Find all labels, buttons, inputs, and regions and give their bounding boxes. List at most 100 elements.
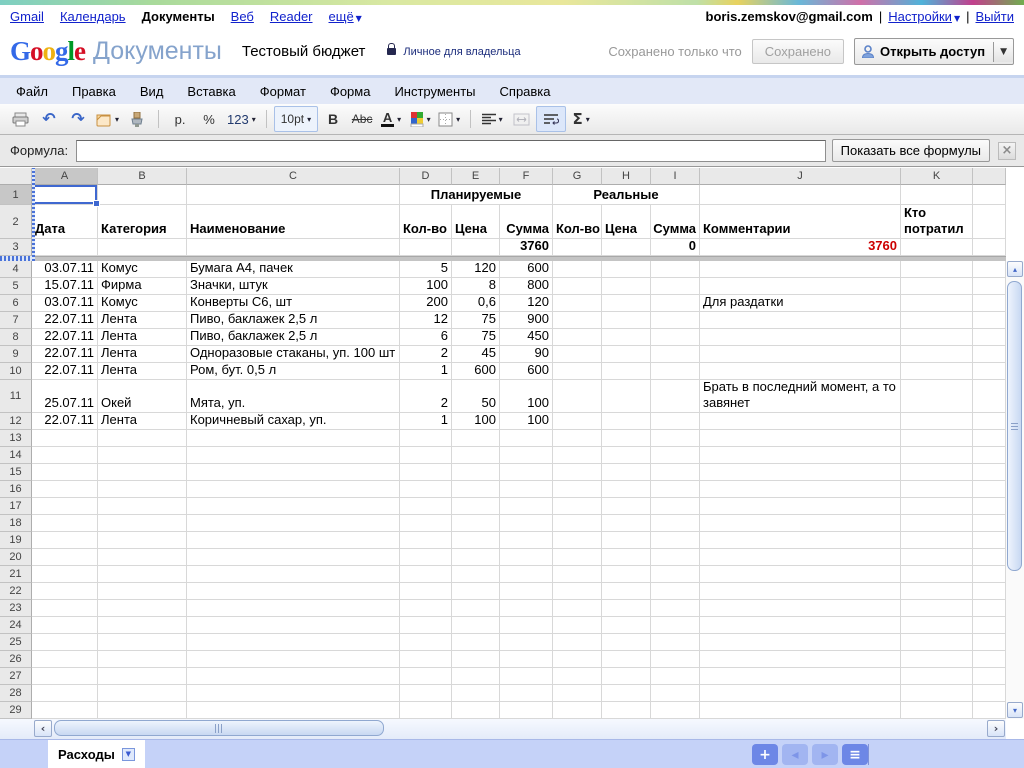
cell-A19[interactable] (32, 532, 98, 549)
frozen-pane-handle[interactable] (32, 168, 35, 261)
cell-I16[interactable] (651, 481, 700, 498)
cell-B14[interactable] (98, 447, 187, 464)
cell-extra14[interactable] (973, 447, 1006, 464)
row-header-3[interactable]: 3 (0, 239, 32, 256)
cell-D2[interactable]: Кол-во (400, 205, 452, 239)
cell-J20[interactable] (700, 549, 901, 566)
cell-K9[interactable] (901, 346, 973, 363)
row-header-9[interactable]: 9 (0, 346, 32, 363)
row-header-25[interactable]: 25 (0, 634, 32, 651)
cell-B2[interactable]: Категория (98, 205, 187, 239)
cell-extra6[interactable] (973, 295, 1006, 312)
cell-I10[interactable] (651, 363, 700, 380)
cell-extra16[interactable] (973, 481, 1006, 498)
menu-edit[interactable]: Правка (60, 80, 128, 103)
cell-E18[interactable] (452, 515, 500, 532)
cell-E27[interactable] (452, 668, 500, 685)
cell-H14[interactable] (602, 447, 651, 464)
cell-J7[interactable] (700, 312, 901, 329)
cell-K6[interactable] (901, 295, 973, 312)
cell-I27[interactable] (651, 668, 700, 685)
cell-D10[interactable]: 1 (400, 363, 452, 380)
borders-button[interactable]: ▾ (435, 107, 463, 131)
cell-G20[interactable] (553, 549, 602, 566)
cell-B10[interactable]: Лента (98, 363, 187, 380)
cell-H10[interactable] (602, 363, 651, 380)
cell-B27[interactable] (98, 668, 187, 685)
cell-K16[interactable] (901, 481, 973, 498)
cell-B9[interactable]: Лента (98, 346, 187, 363)
strikethrough-button[interactable]: Abc (348, 107, 376, 131)
cell-A8[interactable]: 22.07.11 (32, 329, 98, 346)
cell-H17[interactable] (602, 498, 651, 515)
cell-J6[interactable]: Для раздатки (700, 295, 901, 312)
cell-E15[interactable] (452, 464, 500, 481)
cell-C21[interactable] (187, 566, 400, 583)
share-dropdown-arrow[interactable]: ▼ (993, 42, 1013, 62)
cell-A3[interactable] (32, 239, 98, 256)
cell-H18[interactable] (602, 515, 651, 532)
menu-form[interactable]: Форма (318, 80, 383, 103)
undo-button[interactable]: ↶ (35, 107, 63, 131)
cell-H5[interactable] (602, 278, 651, 295)
row-header-28[interactable]: 28 (0, 685, 32, 702)
cell-B4[interactable]: Комус (98, 261, 187, 278)
cell-G7[interactable] (553, 312, 602, 329)
cell-B6[interactable]: Комус (98, 295, 187, 312)
cell-F10[interactable]: 600 (500, 363, 553, 380)
cell-B1[interactable] (98, 185, 187, 205)
paste-format-button[interactable]: ▾ (93, 107, 122, 131)
cell-D6[interactable]: 200 (400, 295, 452, 312)
cell-G22[interactable] (553, 583, 602, 600)
cell-J12[interactable] (700, 413, 901, 430)
row-header-12[interactable]: 12 (0, 413, 32, 430)
column-header-G[interactable]: G (553, 168, 602, 185)
row-header-17[interactable]: 17 (0, 498, 32, 515)
cell-extra27[interactable] (973, 668, 1006, 685)
cell-J13[interactable] (700, 430, 901, 447)
cell-K2[interactable]: Кто потратил (901, 205, 973, 239)
cell-A4[interactable]: 03.07.11 (32, 261, 98, 278)
cell-F9[interactable]: 90 (500, 346, 553, 363)
cell-I21[interactable] (651, 566, 700, 583)
cell-E20[interactable] (452, 549, 500, 566)
cell-D15[interactable] (400, 464, 452, 481)
cell-F20[interactable] (500, 549, 553, 566)
scroll-up-button[interactable]: ▴ (1007, 261, 1023, 277)
cell-H2[interactable]: Цена (602, 205, 651, 239)
fill-color-button[interactable]: ▾ (406, 107, 434, 131)
cell-D29[interactable] (400, 702, 452, 719)
cell-extra20[interactable] (973, 549, 1006, 566)
cell-extra2[interactable] (973, 205, 1006, 239)
cell-C8[interactable]: Пиво, баклажек 2,5 л (187, 329, 400, 346)
cell-K24[interactable] (901, 617, 973, 634)
cell-H26[interactable] (602, 651, 651, 668)
cell-C18[interactable] (187, 515, 400, 532)
cell-E2[interactable]: Цена (452, 205, 500, 239)
cell-I3[interactable]: 0 (651, 239, 700, 256)
formula-input[interactable] (76, 140, 826, 162)
cell-K17[interactable] (901, 498, 973, 515)
cell-F13[interactable] (500, 430, 553, 447)
column-header-E[interactable]: E (452, 168, 500, 185)
cell-K8[interactable] (901, 329, 973, 346)
cell-extra21[interactable] (973, 566, 1006, 583)
cell-K19[interactable] (901, 532, 973, 549)
cell-C5[interactable]: Значки, штук (187, 278, 400, 295)
cell-B21[interactable] (98, 566, 187, 583)
cell-E21[interactable] (452, 566, 500, 583)
cell-I7[interactable] (651, 312, 700, 329)
font-size-select[interactable]: 10pt▾ (274, 106, 318, 132)
cell-G10[interactable] (553, 363, 602, 380)
cell-D4[interactable]: 5 (400, 261, 452, 278)
cell-H22[interactable] (602, 583, 651, 600)
cell-E23[interactable] (452, 600, 500, 617)
cell-K1[interactable] (901, 185, 973, 205)
cell-D8[interactable]: 6 (400, 329, 452, 346)
cell-J8[interactable] (700, 329, 901, 346)
cell-A18[interactable] (32, 515, 98, 532)
cell-J2[interactable]: Комментарии (700, 205, 901, 239)
cell-K4[interactable] (901, 261, 973, 278)
cell-K5[interactable] (901, 278, 973, 295)
cell-J26[interactable] (700, 651, 901, 668)
